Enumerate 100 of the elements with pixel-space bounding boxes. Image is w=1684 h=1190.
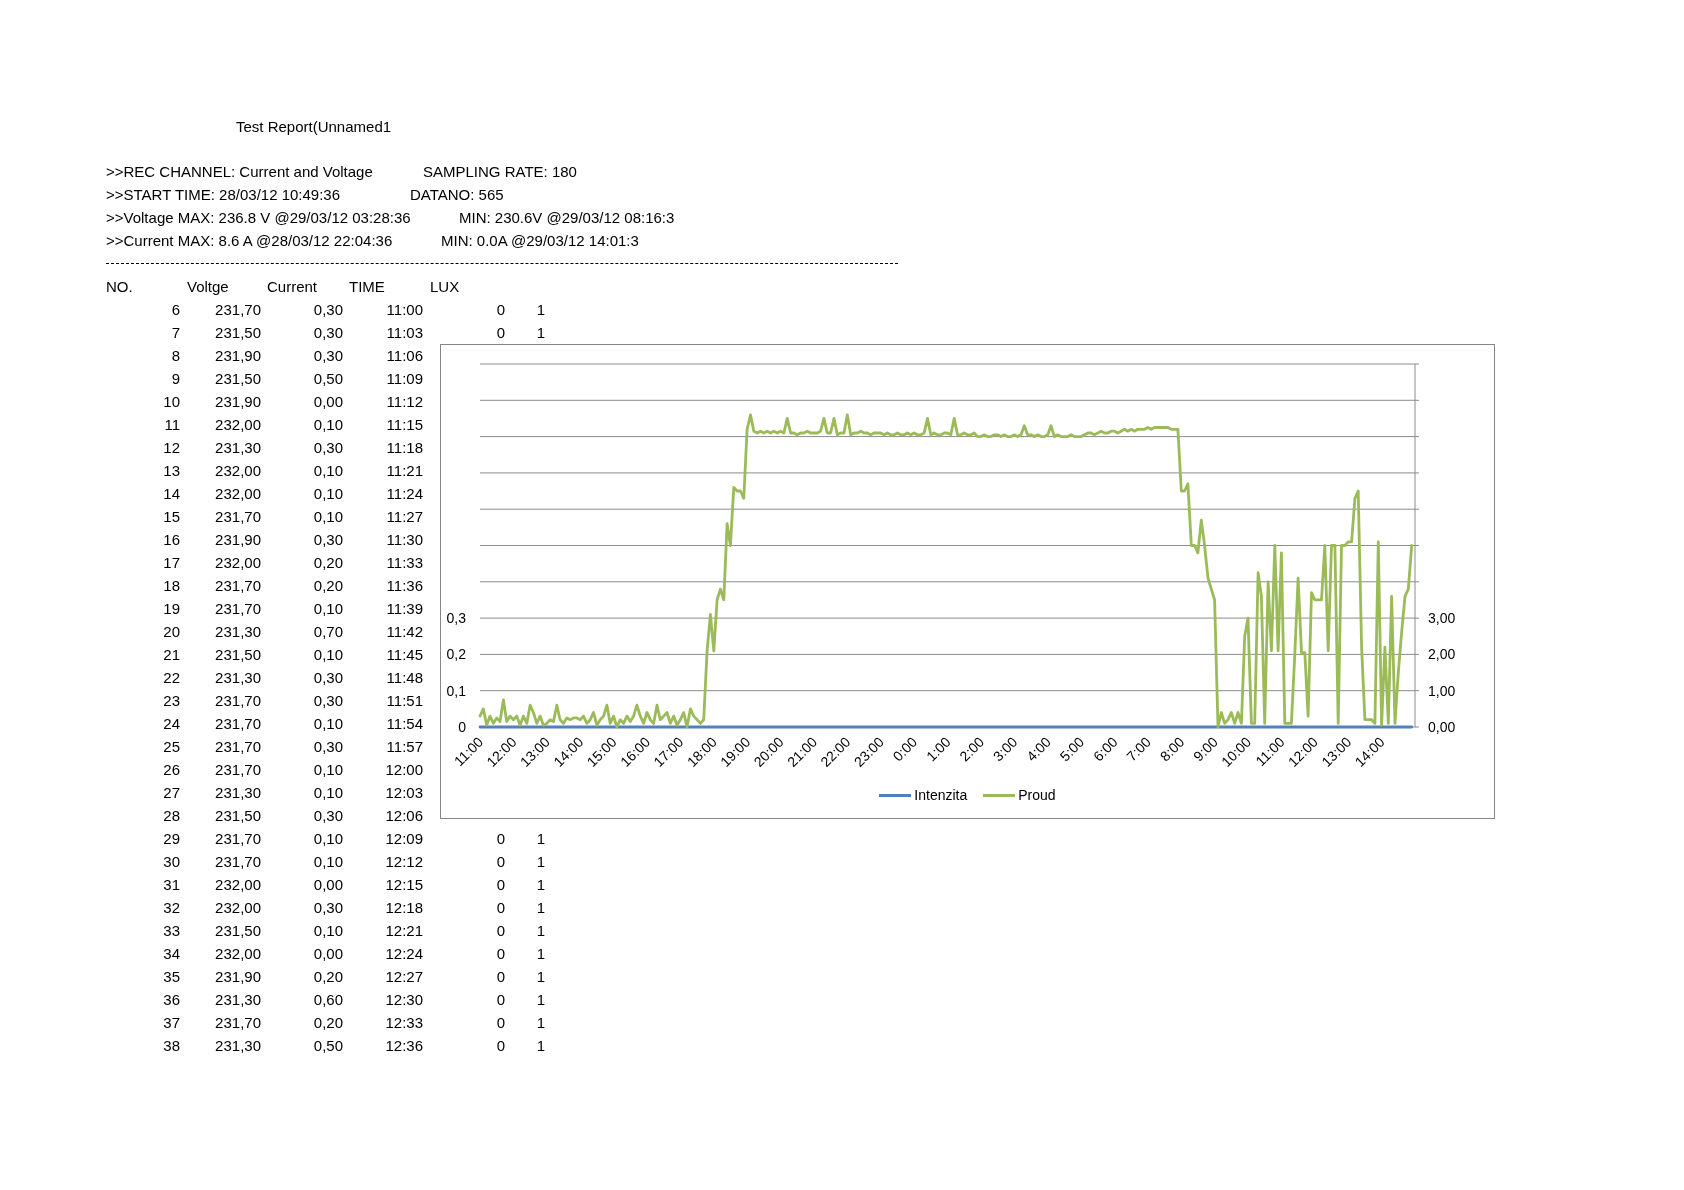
table-cell: 11:21 [386, 462, 423, 479]
table-cell: 11:36 [386, 577, 423, 594]
table-cell: 16 [163, 531, 180, 548]
table-cell: 0,30 [313, 324, 343, 341]
table-cell: 23 [163, 692, 180, 709]
table-cell: 1 [536, 945, 545, 962]
table-cell: 1 [536, 991, 545, 1008]
table-cell: 231,70 [215, 508, 261, 525]
x-axis-label: 7:00 [1123, 733, 1154, 765]
table-cell: 0,70 [313, 623, 343, 640]
table-cell: 0,10 [313, 922, 343, 939]
table-cell: 0 [496, 922, 505, 939]
table-cell: 0 [496, 968, 505, 985]
table-cell: 12:06 [385, 807, 423, 824]
table-cell: 231,70 [215, 301, 261, 318]
table-cell: 1 [536, 830, 545, 847]
table-cell: 0,30 [313, 347, 343, 364]
column-header: Voltge [187, 278, 229, 295]
info-text: MIN: 0.0A @29/03/12 14:01:3 [441, 231, 639, 251]
table-cell: 1 [536, 1037, 545, 1054]
table-cell: 24 [163, 715, 180, 732]
table-cell: 0,30 [313, 692, 343, 709]
table-cell: 0 [496, 1037, 505, 1054]
table-cell: 231,70 [215, 715, 261, 732]
table-cell: 12:03 [385, 784, 423, 801]
y-axis-label: 3,00 [1428, 610, 1456, 627]
table-cell: 31 [163, 876, 180, 893]
table-cell: 11:00 [386, 301, 423, 318]
x-axis-label: 4:00 [1023, 733, 1054, 765]
table-cell: 0,10 [313, 830, 343, 847]
info-text: SAMPLING RATE: 180 [423, 162, 577, 182]
table-cell: 0,30 [313, 738, 343, 755]
y-axis-label: 0,00 [1428, 719, 1456, 735]
table-cell: 0,50 [313, 1037, 343, 1054]
table-cell: 0,20 [313, 577, 343, 594]
table-cell: 0,30 [313, 899, 343, 916]
table-cell: 0,60 [313, 991, 343, 1008]
legend-line-icon [983, 793, 1016, 797]
table-cell: 232,00 [215, 554, 261, 571]
table-cell: 1 [536, 1014, 545, 1031]
table-cell: 19 [163, 600, 180, 617]
table-cell: 0 [496, 301, 505, 318]
table-cell: 9 [171, 370, 180, 387]
table-cell: 231,50 [215, 370, 261, 387]
table-cell: 15 [163, 508, 180, 525]
table-cell: 0,20 [313, 1014, 343, 1031]
table-cell: 37 [163, 1014, 180, 1031]
table-cell: 34 [163, 945, 180, 962]
table-cell: 18 [163, 577, 180, 594]
legend-label: Proud [1018, 786, 1056, 805]
table-cell: 8 [171, 347, 180, 364]
table-cell: 0,30 [313, 807, 343, 824]
table-cell: 11:24 [386, 485, 423, 502]
table-cell: 12:12 [385, 853, 423, 870]
table-cell: 22 [163, 669, 180, 686]
table-cell: 11:54 [386, 715, 423, 732]
table-cell: 11:57 [386, 738, 423, 755]
legend-line-icon [879, 793, 912, 797]
table-cell: 26 [163, 761, 180, 778]
legend-label: Intenzita [914, 786, 968, 805]
table-cell: 231,90 [215, 968, 261, 985]
table-cell: 25 [163, 738, 180, 755]
table-cell: 11:27 [386, 508, 423, 525]
info-text: >>REC CHANNEL: Current and Voltage [106, 163, 373, 180]
table-cell: 231,30 [215, 623, 261, 640]
y-axis-label: 2,00 [1428, 646, 1456, 663]
column-header: Current [267, 278, 318, 295]
table-cell: 0,00 [313, 876, 343, 893]
table-cell: 231,90 [215, 393, 261, 410]
table-cell: 28 [163, 807, 180, 824]
table-cell: 231,30 [215, 1037, 261, 1054]
table-cell: 11 [164, 416, 180, 433]
table-cell: 0,00 [313, 393, 343, 410]
table-cell: 11:39 [386, 600, 423, 617]
table-cell: 33 [163, 922, 180, 939]
table-cell: 231,70 [215, 853, 261, 870]
table-cell: 231,70 [215, 1014, 261, 1031]
table-cell: 30 [163, 853, 180, 870]
table-cell: 0,10 [313, 761, 343, 778]
table-cell: 0 [496, 830, 505, 847]
table-cell: 11:09 [386, 370, 423, 387]
table-cell: 0,10 [313, 853, 343, 870]
table-cell: 12:24 [385, 945, 423, 962]
table-cell: 11:15 [386, 416, 423, 433]
table-cell: 20 [163, 623, 180, 640]
report-title: Test Report(Unnamed1 [236, 118, 392, 135]
table-cell: 231,70 [215, 830, 261, 847]
table-cell: 0,30 [313, 301, 343, 318]
table-cell: 0 [496, 1014, 505, 1031]
info-text: DATANO: 565 [410, 185, 504, 205]
table-cell: 231,90 [215, 347, 261, 364]
table-cell: 12:00 [385, 761, 423, 778]
table-cell: 232,00 [215, 485, 261, 502]
column-header: TIME [349, 278, 385, 295]
table-cell: 29 [163, 830, 180, 847]
table-cell: 35 [163, 968, 180, 985]
table-cell: 12:27 [385, 968, 423, 985]
table-cell: 11:33 [386, 554, 423, 571]
table-cell: 11:18 [386, 439, 423, 456]
table-cell: 12:21 [385, 922, 423, 939]
